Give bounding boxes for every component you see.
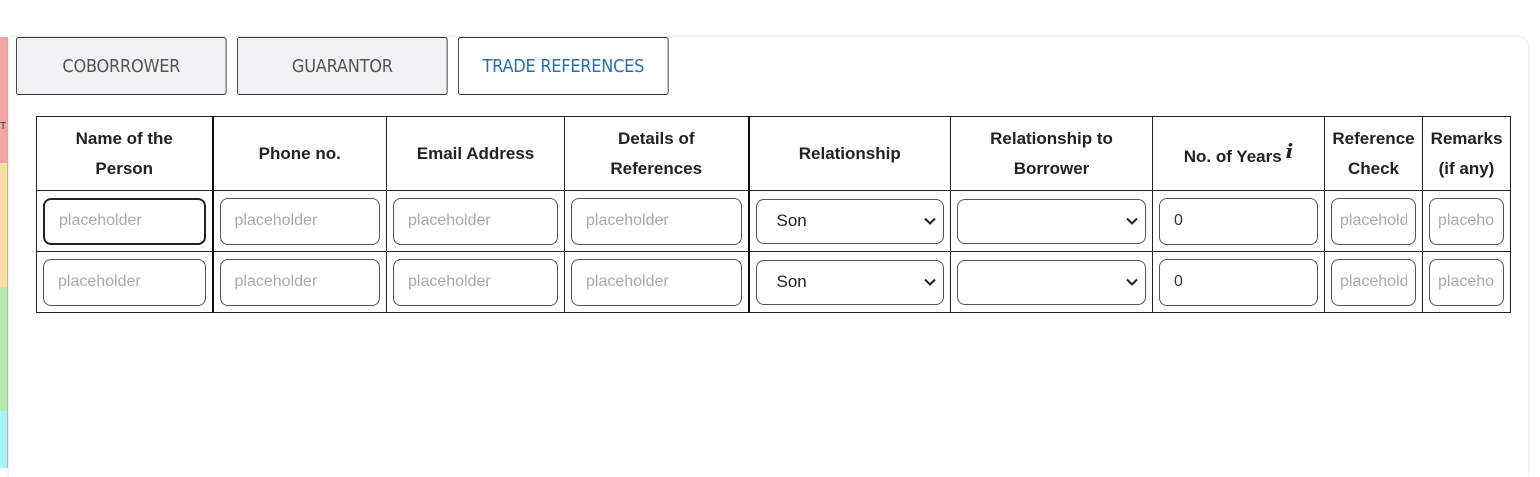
- strip-segment-red: [0, 37, 8, 163]
- header-reference-check: Reference Check: [1324, 116, 1423, 191]
- table-row: Son: [36, 251, 1511, 313]
- header-name-of-person: Name of the Person: [36, 116, 213, 191]
- header-no-of-years: No. of Years i: [1152, 116, 1325, 191]
- tab-trade-references[interactable]: TRADE REFERENCES: [458, 37, 669, 95]
- strip-text: T: [0, 121, 7, 132]
- strip-segment-yellow: [0, 163, 8, 287]
- header-relationship-to-borrower: Relationship to Borrower: [950, 116, 1153, 191]
- name-input[interactable]: [43, 197, 206, 245]
- left-side-strip: T: [0, 37, 8, 468]
- tab-bar: COBORROWER GUARANTOR TRADE REFERENCES: [16, 37, 692, 95]
- remarks-input[interactable]: [1429, 258, 1504, 306]
- years-input[interactable]: [1159, 258, 1318, 306]
- header-details: Details of References: [564, 116, 749, 191]
- name-input[interactable]: [43, 258, 206, 306]
- info-icon[interactable]: i: [1286, 139, 1294, 163]
- header-relationship: Relationship: [747, 116, 951, 191]
- details-input[interactable]: [571, 197, 742, 245]
- remarks-input[interactable]: [1429, 197, 1504, 245]
- chevron-down-icon: [924, 278, 936, 286]
- table-row: Son: [36, 190, 1511, 252]
- relationship-select[interactable]: Son: [755, 259, 944, 305]
- details-input[interactable]: [571, 258, 742, 306]
- strip-segment-green: [0, 287, 8, 411]
- tab-guarantor[interactable]: GUARANTOR: [237, 37, 448, 95]
- trade-references-table: Name of the Person Phone no. Email Addres…: [36, 116, 1511, 313]
- table-header-row: Name of the Person Phone no. Email Addres…: [36, 116, 1511, 191]
- phone-input[interactable]: [219, 258, 380, 306]
- reference-check-input[interactable]: [1331, 197, 1416, 245]
- chevron-down-icon: [1126, 217, 1138, 225]
- header-phone: Phone no.: [211, 116, 387, 191]
- relationship-select[interactable]: Son: [755, 198, 944, 244]
- header-email: Email Address: [386, 116, 565, 191]
- relationship-to-borrower-select[interactable]: [957, 259, 1146, 305]
- email-input[interactable]: [393, 258, 558, 306]
- reference-check-input[interactable]: [1331, 258, 1416, 306]
- chevron-down-icon: [924, 217, 936, 225]
- relationship-to-borrower-select[interactable]: [957, 198, 1146, 244]
- strip-segment-cyan: [0, 411, 8, 468]
- phone-input[interactable]: [219, 197, 380, 245]
- email-input[interactable]: [393, 197, 558, 245]
- tab-coborrower[interactable]: COBORROWER: [16, 37, 227, 95]
- header-remarks: Remarks (if any): [1422, 116, 1511, 191]
- chevron-down-icon: [1126, 278, 1138, 286]
- years-input[interactable]: [1159, 197, 1318, 245]
